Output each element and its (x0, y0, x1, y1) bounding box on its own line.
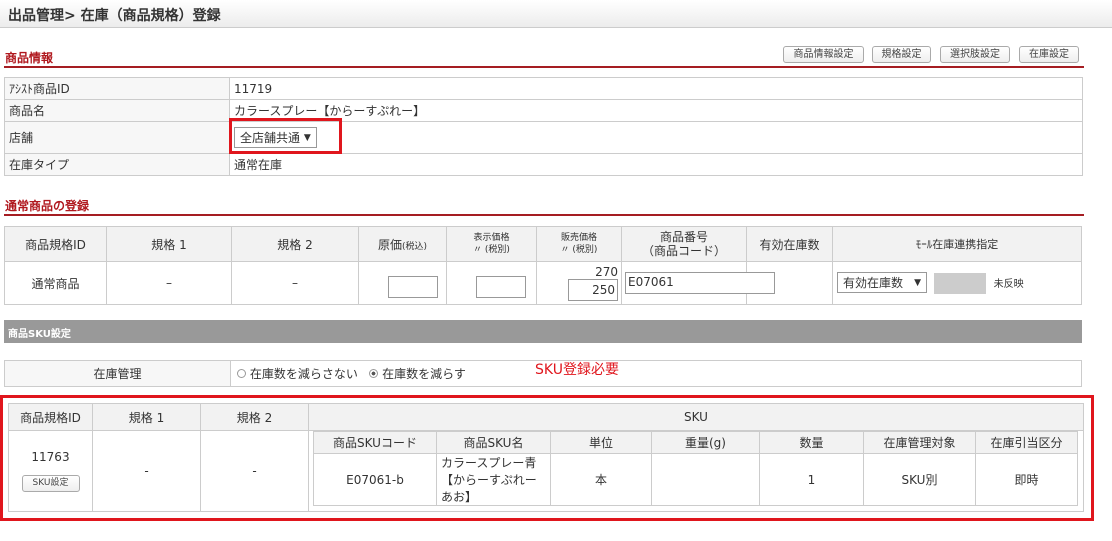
unit-value: 本 (550, 453, 652, 506)
stock-target-value: SKU別 (863, 453, 976, 506)
cost-label: 原価 (377, 237, 402, 252)
product-info-settings-button[interactable]: 商品情報設定 (783, 46, 864, 63)
col-sku-name: 商品SKU名 (436, 431, 551, 454)
col-display-price: 表示価格〃 (税別) (446, 226, 537, 262)
sale-price-label: 販売価格 (560, 233, 597, 243)
col-stock: 有効在庫数 (746, 226, 833, 262)
quantity-value: 1 (759, 453, 864, 506)
radio-label: 在庫数を減らさない (249, 367, 358, 381)
spec-settings-button[interactable]: 規格設定 (872, 46, 931, 63)
sku-settings-button[interactable]: SKU設定 (21, 475, 80, 492)
col-mall: ﾓｰﾙ在庫連携指定 (832, 226, 1082, 262)
col-sku: SKU (308, 403, 1084, 431)
option-settings-button[interactable]: 選択肢設定 (940, 46, 1010, 63)
label: 商品名 (4, 99, 230, 122)
product-code-input[interactable]: E07061 (625, 272, 775, 294)
stock-settings-button[interactable]: 在庫設定 (1019, 46, 1079, 63)
section-title-normal-registration: 通常商品の登録 (5, 199, 90, 213)
mall-link-select-value: 有効在庫数 (843, 276, 904, 290)
allocation-type-value: 即時 (975, 453, 1078, 506)
radio-checked-icon (369, 369, 379, 378)
page-header: 出品管理> 在庫（商品規格）登録 (0, 0, 1112, 28)
radio-unchecked-icon (237, 369, 246, 378)
col-spec1: 規格 1 (92, 403, 201, 431)
col-allocation-type: 在庫引当区分 (975, 431, 1078, 454)
radio-no-decrease[interactable]: 在庫数を減らさない (237, 367, 358, 381)
label: ｱｼｽﾄ商品ID (4, 77, 230, 100)
col-spec2: 規格 2 (200, 403, 309, 431)
sale-price-note: 〃 (税別) (560, 245, 598, 255)
radio-label: 在庫数を減らす (382, 367, 466, 381)
annotation-sku-required: SKU登録必要 (535, 362, 619, 378)
cost-input[interactable] (388, 276, 438, 298)
col-stock-target: 在庫管理対象 (863, 431, 976, 454)
mall-status: 未反映 (993, 279, 1024, 290)
col-sku-code: 商品SKUコード (313, 431, 437, 454)
col-quantity: 数量 (759, 431, 864, 454)
col-id: 商品規格ID (8, 403, 93, 431)
stock-type-value: 通常在庫 (229, 153, 1083, 176)
product-name-value: カラースプレー【からーすぷれー】 (229, 99, 1083, 122)
sale-price-input[interactable]: 250 (568, 279, 618, 301)
weight-value (651, 453, 760, 506)
sku-code-value: E07061-b (313, 453, 437, 506)
stock-management-label: 在庫管理 (4, 360, 231, 387)
normal-product-table: 商品規格ID 規格 1 規格 2 原価(税込) 表示価格〃 (税別) 販売価格〃… (4, 226, 1082, 305)
radio-decrease[interactable]: 在庫数を減らす (369, 367, 466, 381)
col-id: 商品規格ID (4, 226, 107, 262)
assist-id-value: 11719 (229, 77, 1083, 100)
sku-table: 商品規格ID 規格 1 規格 2 SKU 11763 SKU設定 - - 商品SK… (8, 403, 1084, 512)
col-weight: 重量(g) (651, 431, 760, 454)
col-sale-price: 販売価格〃 (税別) (536, 226, 622, 262)
row-id: 通常商品 (4, 261, 107, 305)
display-price-input[interactable] (476, 276, 526, 298)
spec2-value: - (200, 430, 309, 512)
spec-id: 11763 (31, 450, 70, 464)
col-unit: 単位 (550, 431, 652, 454)
sale-price-reference: 270 (595, 265, 618, 279)
mall-status-swatch (933, 273, 986, 294)
page-title: 出品管理> 在庫（商品規格）登録 (8, 8, 221, 24)
divider (4, 214, 1084, 216)
col-spec1: 規格 1 (106, 226, 232, 262)
cost-note: (税込) (401, 241, 428, 252)
sku-inner-table: 商品SKUコード 商品SKU名 単位 重量(g) 数量 在庫管理対象 在庫引当区分 E070… (313, 431, 1078, 506)
spec1-value: - (92, 430, 201, 512)
highlight-box (229, 118, 342, 154)
code-label: 商品番号 (659, 230, 708, 244)
section-title-product-info: 商品情報 (5, 51, 54, 65)
row-spec2: – (231, 261, 359, 305)
display-price-label: 表示価格 (473, 233, 510, 243)
sku-settings-bar: 商品SKU設定 (4, 320, 1082, 343)
dropdown-arrow-icon: ▼ (914, 277, 921, 288)
sku-name-value: カラースプレー青【からーすぷれーあお】 (436, 453, 551, 506)
col-code: 商品番号 （商品コード） (621, 226, 747, 262)
label: 店舗 (4, 121, 230, 154)
col-spec2: 規格 2 (231, 226, 359, 262)
display-price-note: 〃 (税別) (473, 245, 510, 255)
label: 在庫タイプ (4, 153, 230, 176)
product-info-table: ｱｼｽﾄ商品ID 11719 商品名 カラースプレー【からーすぷれー】 店舗 全店舗共… (4, 77, 1083, 176)
divider (4, 66, 1084, 68)
col-cost: 原価(税込) (358, 226, 447, 262)
mall-link-select[interactable]: 有効在庫数 ▼ (837, 272, 927, 293)
row-spec1: – (106, 261, 232, 305)
code-label-sub: （商品コード） (641, 244, 726, 258)
